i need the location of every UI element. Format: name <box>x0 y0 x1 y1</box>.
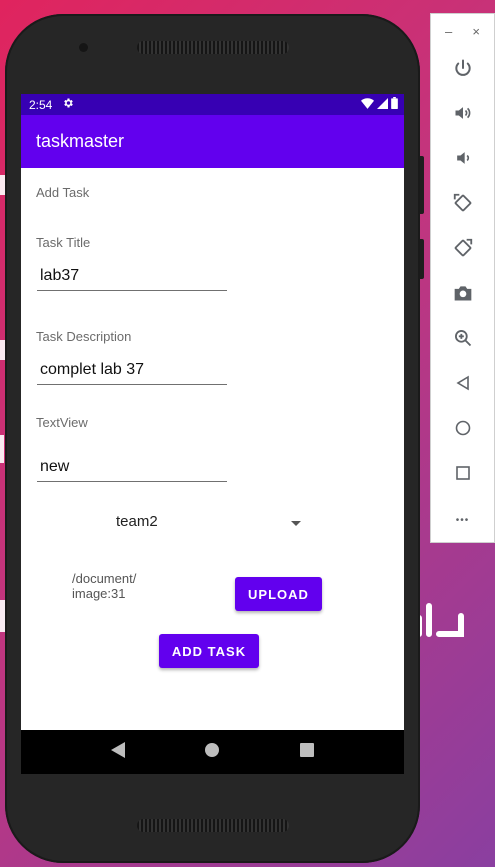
back-triangle-icon <box>455 375 471 396</box>
task-description-label: Task Description <box>36 329 132 344</box>
add-task-button[interactable]: ADD TASK <box>159 634 259 668</box>
zoom-control[interactable] <box>431 318 494 363</box>
overview-square-icon <box>455 465 471 486</box>
phone-screen: 2:54 taskmaster Add Task Task Title lab3… <box>21 94 404 774</box>
volume-button <box>420 156 424 214</box>
cell-signal-icon <box>377 97 388 112</box>
textview-input[interactable]: new <box>37 456 227 482</box>
volume-down-control[interactable] <box>431 138 494 183</box>
nav-home-icon[interactable] <box>205 742 220 762</box>
textview-label: TextView <box>36 415 88 430</box>
power-button <box>420 239 424 279</box>
bottom-speaker <box>137 819 289 832</box>
zoom-in-icon <box>453 328 473 353</box>
status-bar: 2:54 <box>21 94 404 115</box>
overview-control[interactable] <box>431 453 494 498</box>
navigation-bar <box>21 730 404 774</box>
emulator-control-panel: – × ••• <box>430 13 495 543</box>
page-heading: Add Task <box>36 185 90 200</box>
app-bar: taskmaster <box>21 115 404 168</box>
upload-button[interactable]: UPLOAD <box>235 577 322 611</box>
back-control[interactable] <box>431 363 494 408</box>
nav-back-icon[interactable] <box>111 741 126 763</box>
power-icon <box>453 58 473 83</box>
screenshot-control[interactable] <box>431 273 494 318</box>
front-camera <box>79 43 88 52</box>
camera-icon <box>453 284 473 307</box>
volume-up-control[interactable] <box>431 93 494 138</box>
team-spinner[interactable]: team2 <box>116 513 301 539</box>
battery-icon <box>391 97 398 112</box>
android-device-frame: 2:54 taskmaster Add Task Task Title lab3… <box>5 14 424 863</box>
rotate-left-icon <box>452 192 474 219</box>
dropdown-arrow-icon <box>291 521 301 526</box>
uri-line: image:31 <box>72 586 126 601</box>
nav-recents-icon[interactable] <box>299 742 314 762</box>
status-time: 2:54 <box>29 97 53 112</box>
wifi-icon <box>361 97 374 112</box>
background-decoration <box>0 435 4 463</box>
minimize-button[interactable]: – <box>445 24 452 39</box>
volume-down-icon <box>453 148 473 173</box>
app-title: taskmaster <box>36 131 125 151</box>
more-control[interactable]: ••• <box>431 498 494 543</box>
image-uri-text: /document/ image:31 <box>72 571 182 601</box>
more-dots-icon: ••• <box>455 515 470 526</box>
settings-gear-icon <box>62 97 74 112</box>
task-title-label: Task Title <box>36 235 91 250</box>
task-description-input[interactable]: complet lab 37 <box>37 359 227 385</box>
rotate-left-control[interactable] <box>431 183 494 228</box>
home-circle-icon <box>455 420 471 441</box>
home-control[interactable] <box>431 408 494 453</box>
top-speaker <box>137 41 289 54</box>
add-task-form: Add Task Task Title lab37 Task Descripti… <box>21 168 404 730</box>
volume-up-icon <box>453 103 473 128</box>
rotate-right-icon <box>452 237 474 264</box>
uri-line: /document/ <box>72 571 137 586</box>
task-title-input[interactable]: lab37 <box>37 265 227 291</box>
power-control[interactable] <box>431 48 494 93</box>
team-selected-value: team2 <box>116 513 158 530</box>
close-button[interactable]: × <box>472 24 480 39</box>
rotate-right-control[interactable] <box>431 228 494 273</box>
